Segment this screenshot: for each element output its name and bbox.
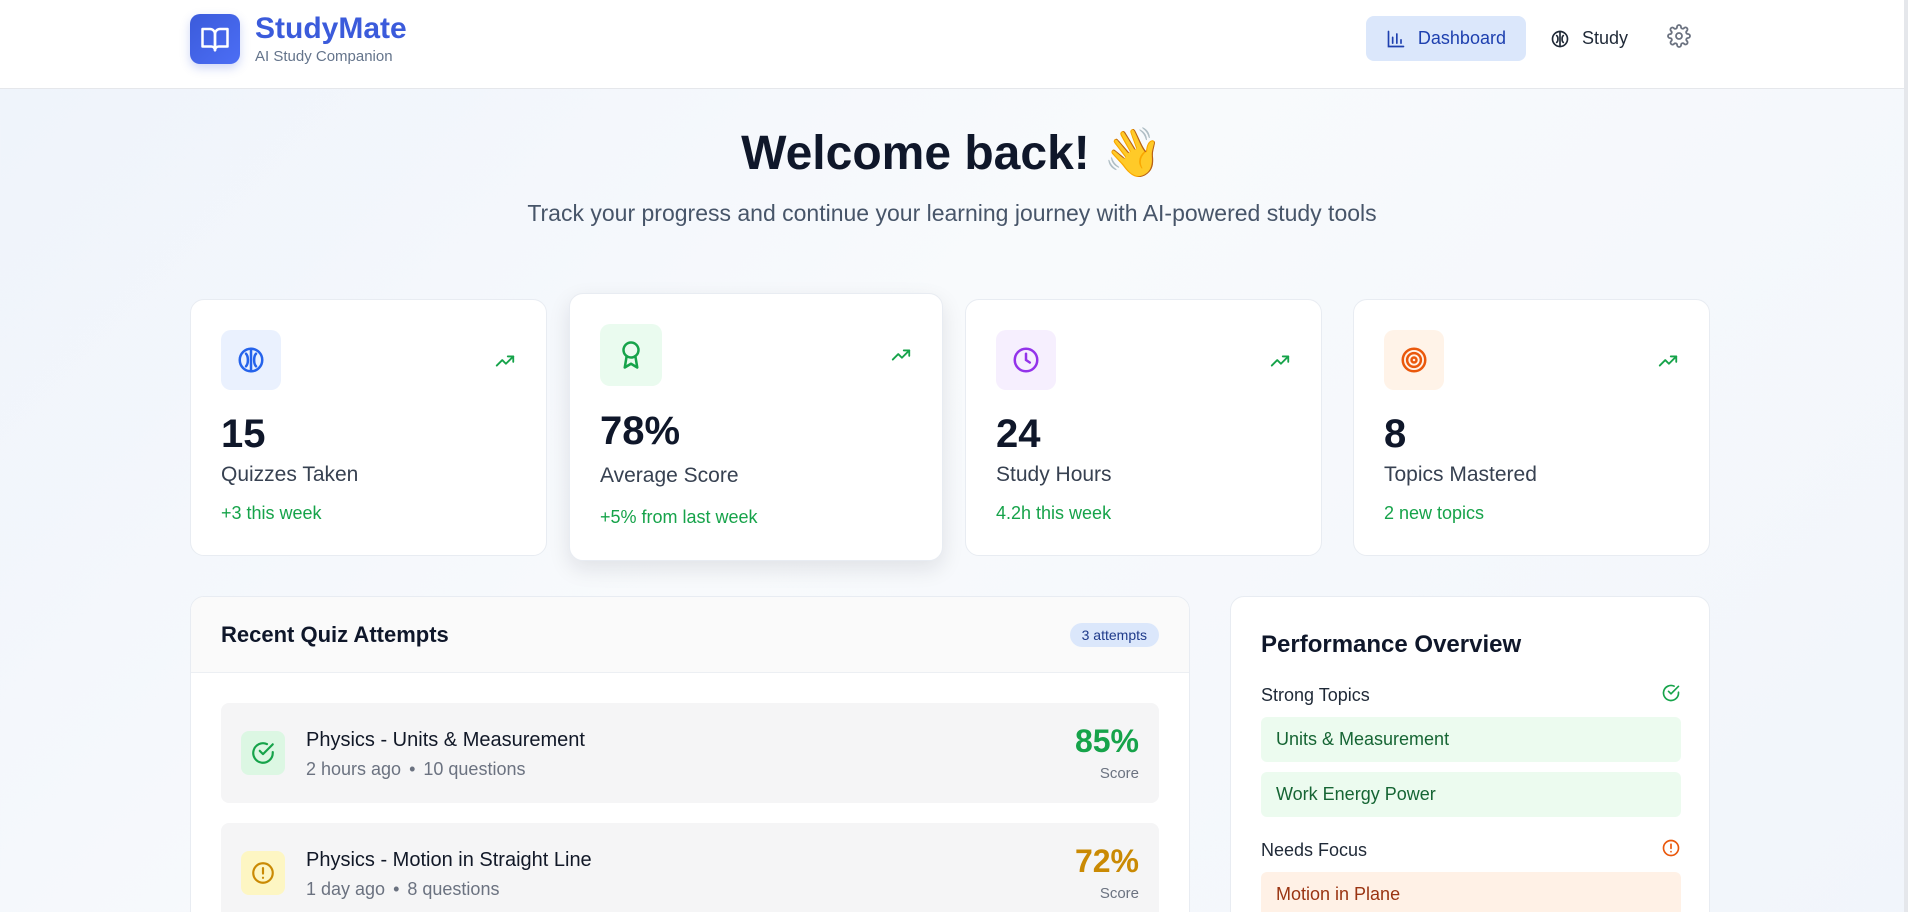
check-circle-icon bbox=[1661, 683, 1681, 708]
welcome-hero: Welcome back! 👋 Track your progress and … bbox=[0, 124, 1904, 231]
quiz-time: 2 hours ago bbox=[306, 759, 402, 779]
scrollbar[interactable] bbox=[1904, 0, 1908, 912]
performance-panel: Performance Overview Strong Topics Units… bbox=[1230, 596, 1710, 912]
check-circle-icon bbox=[241, 731, 285, 775]
quiz-title: Physics - Units & Measurement bbox=[306, 729, 585, 751]
stat-card-quizzes[interactable]: 15 Quizzes Taken +3 this week bbox=[190, 299, 547, 556]
brand-name: StudyMate bbox=[255, 12, 407, 45]
trending-up-icon bbox=[1657, 350, 1679, 377]
stat-delta: 2 new topics bbox=[1384, 503, 1485, 523]
stat-delta: +5% from last week bbox=[600, 507, 758, 527]
trending-up-icon bbox=[1269, 350, 1291, 377]
quiz-meta: 2 hours ago • 10 questions bbox=[306, 759, 525, 780]
attempts-badge: 3 attempts bbox=[1069, 622, 1159, 647]
stat-value: 24 bbox=[996, 412, 1041, 456]
stat-delta: +3 this week bbox=[221, 503, 322, 523]
page-title: Welcome back! 👋 bbox=[741, 127, 1163, 180]
quiz-score-label: Score bbox=[1099, 885, 1139, 902]
target-icon bbox=[1384, 330, 1444, 390]
brand[interactable]: StudyMate AI Study Companion bbox=[190, 13, 407, 65]
nav-study-label: Study bbox=[1581, 28, 1628, 48]
quiz-attempt-item[interactable]: Physics - Motion in Straight Line 1 day … bbox=[221, 823, 1159, 912]
page-subtitle: Track your progress and continue your le… bbox=[527, 200, 1377, 226]
alert-circle-icon bbox=[1661, 838, 1681, 863]
quiz-attempt-item[interactable]: Physics - Units & Measurement 2 hours ag… bbox=[221, 703, 1159, 803]
bar-chart-icon bbox=[1386, 29, 1406, 49]
brain-icon bbox=[1550, 29, 1570, 49]
recent-quiz-panel: Recent Quiz Attempts 3 attempts Physics … bbox=[190, 596, 1190, 912]
brand-tagline: AI Study Companion bbox=[255, 48, 393, 65]
stat-card-study-hours[interactable]: 24 Study Hours 4.2h this week bbox=[965, 299, 1322, 556]
focus-topic-chip[interactable]: Motion in Plane bbox=[1261, 872, 1681, 912]
stat-card-average-score[interactable]: 78% Average Score +5% from last week bbox=[569, 293, 943, 561]
nav-dashboard-button[interactable]: Dashboard bbox=[1365, 16, 1526, 61]
needs-focus-header: Needs Focus bbox=[1261, 838, 1681, 863]
stat-value: 15 bbox=[221, 412, 266, 456]
strong-topic-chip[interactable]: Units & Measurement bbox=[1261, 717, 1681, 762]
performance-title: Performance Overview bbox=[1261, 631, 1522, 658]
stat-label: Topics Mastered bbox=[1384, 463, 1537, 486]
top-header: StudyMate AI Study Companion Dashboard S… bbox=[0, 0, 1904, 89]
quiz-question-count: 10 questions bbox=[423, 759, 526, 779]
trending-up-icon bbox=[494, 350, 516, 377]
quiz-title: Physics - Motion in Straight Line bbox=[306, 849, 592, 871]
quiz-question-count: 8 questions bbox=[407, 879, 500, 899]
recent-quiz-title: Recent Quiz Attempts bbox=[221, 621, 449, 647]
trending-up-icon bbox=[890, 344, 912, 371]
quiz-time: 1 day ago bbox=[306, 879, 386, 899]
stat-card-topics-mastered[interactable]: 8 Topics Mastered 2 new topics bbox=[1353, 299, 1710, 556]
needs-focus-label: Needs Focus bbox=[1261, 840, 1368, 860]
brain-icon bbox=[221, 330, 281, 390]
award-icon bbox=[600, 324, 662, 386]
stat-label: Study Hours bbox=[996, 463, 1112, 486]
quiz-score: 85% bbox=[1074, 723, 1139, 759]
nav-study-button[interactable]: Study bbox=[1530, 16, 1648, 61]
stat-value: 78% bbox=[600, 409, 681, 453]
stat-label: Average Score bbox=[600, 464, 739, 487]
stat-delta: 4.2h this week bbox=[996, 503, 1112, 523]
separator-dot: • bbox=[409, 759, 416, 779]
quiz-score-label: Score bbox=[1099, 765, 1139, 782]
main-nav: Dashboard Study bbox=[1362, 16, 1702, 61]
strong-topics-header: Strong Topics bbox=[1261, 683, 1681, 708]
strong-topics-label: Strong Topics bbox=[1261, 685, 1370, 705]
gear-icon bbox=[1667, 24, 1691, 53]
stat-label: Quizzes Taken bbox=[221, 463, 359, 486]
clock-icon bbox=[996, 330, 1056, 390]
nav-dashboard-label: Dashboard bbox=[1417, 28, 1506, 48]
quiz-score: 72% bbox=[1074, 843, 1139, 879]
quiz-meta: 1 day ago • 8 questions bbox=[306, 879, 499, 900]
book-open-icon bbox=[190, 14, 240, 64]
strong-topic-chip[interactable]: Work Energy Power bbox=[1261, 772, 1681, 817]
separator-dot: • bbox=[393, 879, 400, 899]
stat-value: 8 bbox=[1384, 412, 1407, 456]
alert-circle-icon bbox=[241, 851, 285, 895]
settings-button[interactable] bbox=[1656, 16, 1702, 61]
recent-quiz-header: Recent Quiz Attempts 3 attempts bbox=[191, 597, 1189, 673]
